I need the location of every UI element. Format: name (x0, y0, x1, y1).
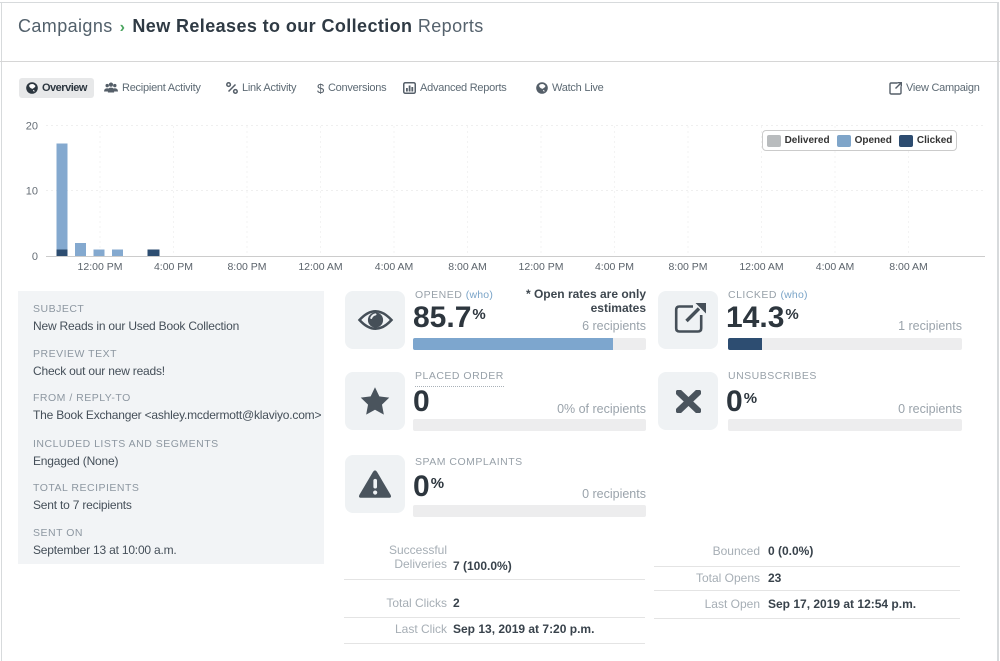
svg-text:20: 20 (26, 121, 38, 133)
svg-text:12:00 PM: 12:00 PM (78, 261, 123, 273)
svg-text:12:00 AM: 12:00 AM (739, 261, 783, 273)
svg-text:4:00 AM: 4:00 AM (375, 261, 414, 273)
svg-text:4:00 PM: 4:00 PM (595, 261, 634, 273)
svg-text:8:00 AM: 8:00 AM (448, 261, 487, 273)
svg-text:10: 10 (26, 186, 38, 198)
svg-text:4:00 PM: 4:00 PM (154, 261, 193, 273)
svg-text:12:00 PM: 12:00 PM (519, 261, 564, 273)
svg-text:8:00 PM: 8:00 PM (227, 261, 266, 273)
svg-text:4:00 AM: 4:00 AM (816, 261, 855, 273)
svg-text:8:00 PM: 8:00 PM (668, 261, 707, 273)
svg-text:12:00 AM: 12:00 AM (298, 261, 342, 273)
svg-text:8:00 AM: 8:00 AM (889, 261, 928, 273)
svg-text:0: 0 (32, 251, 38, 263)
